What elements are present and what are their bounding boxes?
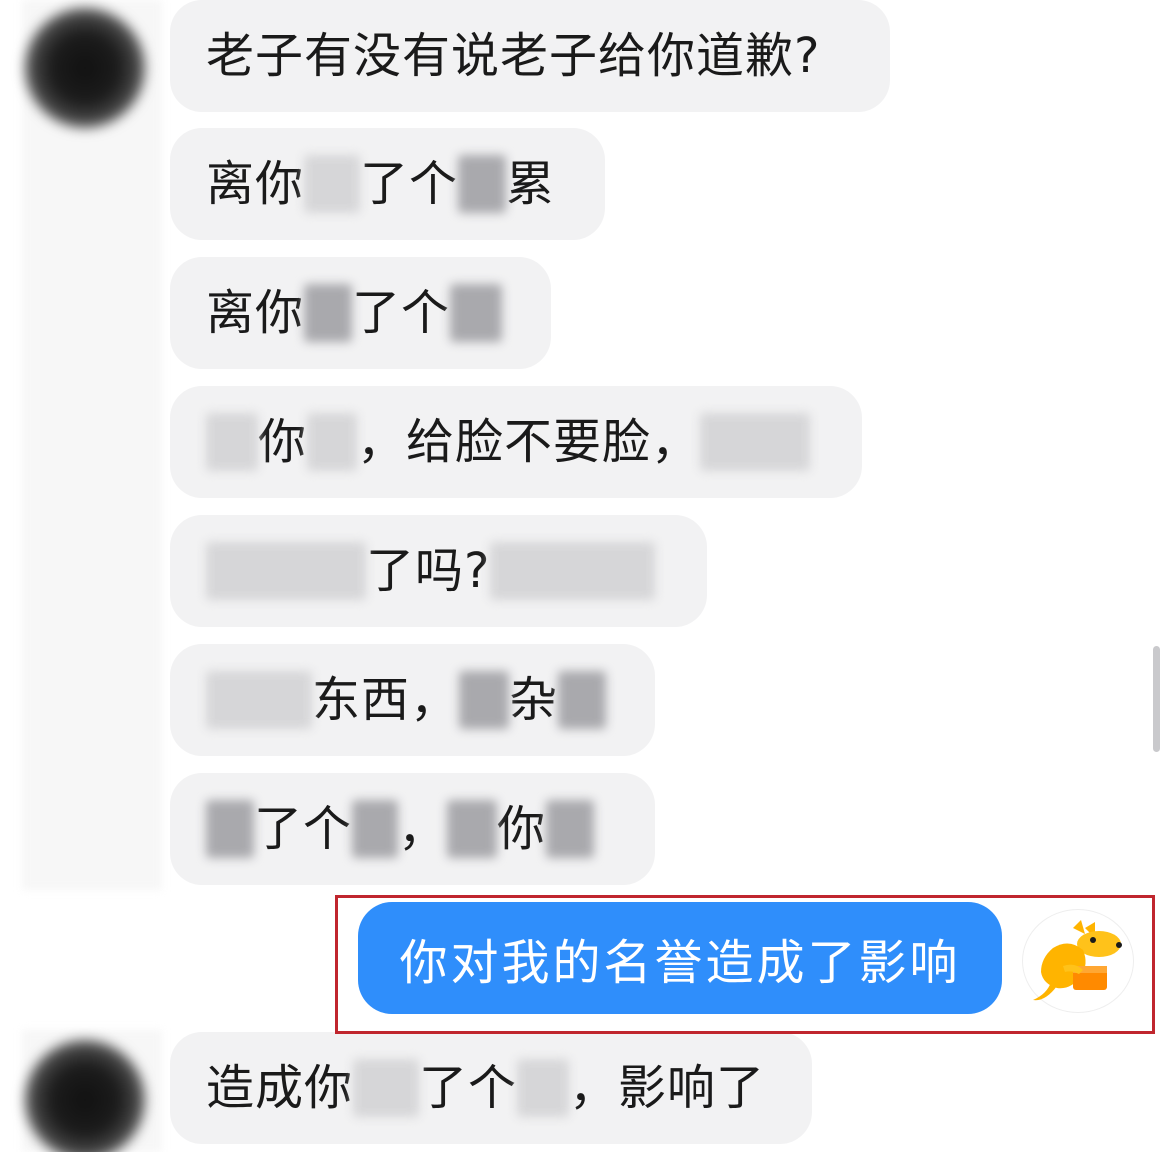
message-text: ，给脸不要脸， xyxy=(357,414,701,470)
redacted-text xyxy=(459,671,510,729)
message-text: 了个 xyxy=(360,156,459,212)
message-text: 累 xyxy=(506,156,556,212)
incoming-message-bubble[interactable]: 东西， 杂 xyxy=(170,644,655,756)
message-text: 你 xyxy=(258,414,308,470)
message-text: 了吗? xyxy=(366,543,491,599)
redacted-text xyxy=(206,413,258,471)
redacted-text xyxy=(304,284,353,342)
incoming-message-bubble[interactable]: 了个 ， 你 xyxy=(170,773,655,885)
incoming-message-bubble[interactable]: 你 ，给脸不要脸， xyxy=(170,386,862,498)
message-text: 老子有没有说老子给你道歉? xyxy=(206,28,821,84)
message-text: 了个 xyxy=(254,801,353,857)
message-text: 了个 xyxy=(352,285,451,341)
redacted-text xyxy=(546,800,595,858)
redacted-text xyxy=(206,800,254,858)
message-text: 造成你 xyxy=(206,1060,354,1116)
redacted-text xyxy=(447,800,498,858)
redacted-text xyxy=(517,1059,570,1117)
message-text: 杂 xyxy=(509,672,559,728)
incoming-message-bubble[interactable]: 造成你 了个 ，影响了 xyxy=(170,1032,812,1144)
kangaroo-icon xyxy=(1033,920,1122,1001)
redacted-text xyxy=(558,671,607,729)
redacted-text xyxy=(352,800,399,858)
redacted-text xyxy=(206,671,312,729)
incoming-message-bubble[interactable]: 离你 了个累 xyxy=(170,128,605,240)
message-text: 你 xyxy=(497,801,547,857)
outgoing-message-bubble[interactable]: 你对我的名誉造成了影响 xyxy=(358,902,1002,1014)
message-text: 了个 xyxy=(419,1060,518,1116)
incoming-message-bubble[interactable]: 老子有没有说老子给你道歉? xyxy=(170,0,890,112)
redacted-text xyxy=(700,413,811,471)
message-text: ，影响了 xyxy=(569,1060,766,1116)
message-text: ， xyxy=(398,801,448,857)
outgoing-message-text: 你对我的名誉造成了影响 xyxy=(399,935,961,991)
scrollbar-thumb[interactable] xyxy=(1153,646,1160,752)
my-avatar-kangaroo-icon[interactable] xyxy=(1022,909,1134,1013)
redacted-text xyxy=(304,155,361,213)
other-user-avatar[interactable] xyxy=(25,8,145,128)
other-user-avatar[interactable] xyxy=(25,1040,145,1152)
redacted-text xyxy=(353,1059,420,1117)
message-text: 离你 xyxy=(206,156,305,212)
redacted-text xyxy=(450,284,503,342)
redacted-text xyxy=(458,155,507,213)
message-text: 东西， xyxy=(312,672,460,728)
incoming-message-bubble[interactable]: 离你 了个 xyxy=(170,257,551,369)
incoming-message-bubble[interactable]: 了吗? xyxy=(170,515,707,627)
redacted-text xyxy=(307,413,358,471)
redacted-text xyxy=(490,542,656,600)
avatar-column xyxy=(22,0,162,890)
redacted-text xyxy=(206,542,366,600)
message-text: 离你 xyxy=(206,285,305,341)
